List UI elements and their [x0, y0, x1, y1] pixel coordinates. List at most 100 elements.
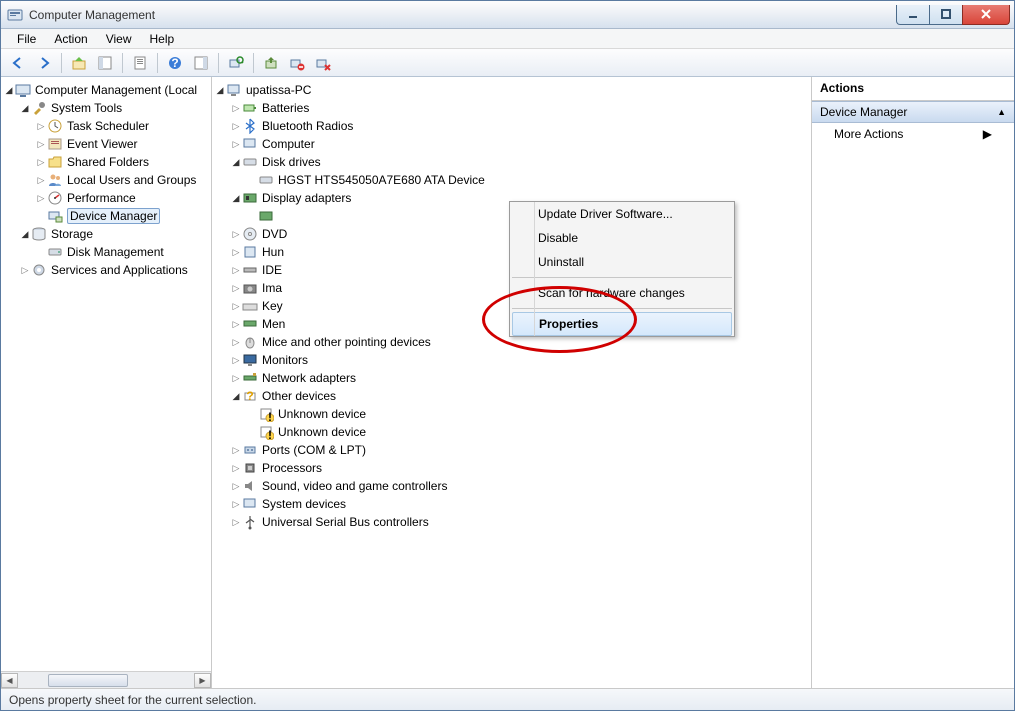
monitor-icon: [242, 352, 258, 368]
expand-icon[interactable]: ▷: [230, 121, 242, 132]
actions-title: Actions: [812, 77, 1014, 101]
minimize-button[interactable]: [896, 5, 930, 25]
expand-icon[interactable]: ▷: [230, 103, 242, 114]
expand-icon[interactable]: ◢: [3, 85, 15, 96]
expand-icon[interactable]: ▷: [230, 373, 242, 384]
menu-view[interactable]: View: [98, 30, 140, 48]
uninstall-device-button[interactable]: [312, 52, 334, 74]
expand-icon[interactable]: ◢: [230, 193, 242, 204]
collapse-icon[interactable]: ▲: [997, 107, 1006, 117]
device-usb[interactable]: ▷Universal Serial Bus controllers: [230, 513, 811, 531]
ctx-properties[interactable]: Properties: [512, 312, 732, 336]
device-batteries[interactable]: ▷Batteries: [230, 99, 811, 117]
device-computer[interactable]: ▷ Computer: [230, 135, 811, 153]
tree-shared-folders[interactable]: ▷ Shared Folders: [35, 153, 211, 171]
menu-help[interactable]: Help: [142, 30, 183, 48]
expand-icon[interactable]: ▷: [230, 283, 242, 294]
expand-icon[interactable]: ▷: [230, 247, 242, 258]
tree-local-users[interactable]: ▷ Local Users and Groups: [35, 171, 211, 189]
close-button[interactable]: [962, 5, 1010, 25]
properties-button[interactable]: [129, 52, 151, 74]
ctx-uninstall[interactable]: Uninstall: [510, 250, 734, 274]
expand-icon[interactable]: ▷: [230, 463, 242, 474]
expand-icon[interactable]: ▷: [230, 229, 242, 240]
device-root[interactable]: ◢ upatissa-PC: [214, 81, 811, 99]
tree-performance[interactable]: ▷ Performance: [35, 189, 211, 207]
tree-label: Computer: [262, 137, 315, 151]
forward-button[interactable]: [33, 52, 55, 74]
tree-storage[interactable]: ◢ Storage: [19, 225, 211, 243]
expand-icon[interactable]: ▷: [230, 319, 242, 330]
expand-icon[interactable]: ▷: [230, 517, 242, 528]
device-processors[interactable]: ▷Processors: [230, 459, 811, 477]
menu-file[interactable]: File: [9, 30, 44, 48]
scroll-thumb[interactable]: [48, 674, 128, 687]
expand-icon[interactable]: ▷: [230, 337, 242, 348]
expand-icon[interactable]: ▷: [230, 445, 242, 456]
scroll-track[interactable]: [18, 673, 194, 688]
up-button[interactable]: [68, 52, 90, 74]
scan-hardware-button[interactable]: [225, 52, 247, 74]
expand-icon[interactable]: ▷: [230, 301, 242, 312]
tree-root[interactable]: ◢ Computer Management (Local: [3, 81, 211, 99]
expand-icon[interactable]: ▷: [230, 265, 242, 276]
show-hide-action-pane-button[interactable]: [190, 52, 212, 74]
expand-icon[interactable]: ▷: [230, 499, 242, 510]
disable-device-button[interactable]: [286, 52, 308, 74]
ctx-label: Properties: [539, 317, 598, 331]
expand-icon[interactable]: ▷: [230, 139, 242, 150]
device-disk-drives[interactable]: ◢Disk drives: [230, 153, 811, 171]
tools-icon: [31, 100, 47, 116]
tree-device-manager[interactable]: ▷ Device Manager: [35, 207, 211, 225]
device-monitors[interactable]: ▷Monitors: [230, 351, 811, 369]
expand-icon[interactable]: ▷: [35, 139, 47, 150]
scroll-right-button[interactable]: ▶: [194, 673, 211, 688]
tree-system-tools[interactable]: ◢ System Tools: [19, 99, 211, 117]
unknown-device-icon: !: [258, 424, 274, 440]
device-system[interactable]: ▷ System devices: [230, 495, 811, 513]
console-tree[interactable]: ◢ Computer Management (Local ◢ System To…: [1, 81, 211, 671]
help-button[interactable]: ?: [164, 52, 186, 74]
device-unknown[interactable]: ▷!Unknown device: [246, 423, 811, 441]
expand-icon[interactable]: ◢: [19, 229, 31, 240]
maximize-button[interactable]: [929, 5, 963, 25]
device-sound[interactable]: ▷Sound, video and game controllers: [230, 477, 811, 495]
expand-icon[interactable]: ▷: [35, 193, 47, 204]
actions-section-header[interactable]: Device Manager ▲: [812, 101, 1014, 123]
expand-icon[interactable]: ▷: [35, 121, 47, 132]
left-scrollbar-horizontal[interactable]: ◀ ▶: [1, 671, 211, 688]
expand-icon[interactable]: ◢: [19, 103, 31, 114]
device-disk-model[interactable]: ▷HGST HTS545050A7E680 ATA Device: [246, 171, 811, 189]
expand-icon[interactable]: ▷: [19, 265, 31, 276]
tree-event-viewer[interactable]: ▷ Event Viewer: [35, 135, 211, 153]
device-network[interactable]: ▷Network adapters: [230, 369, 811, 387]
tree-services-apps[interactable]: ▷ Services and Applications: [19, 261, 211, 279]
expand-icon[interactable]: ▷: [35, 157, 47, 168]
actions-more-actions[interactable]: More Actions ▶: [812, 123, 1014, 145]
expand-icon[interactable]: ◢: [230, 391, 242, 402]
expand-icon[interactable]: ▷: [230, 355, 242, 366]
expand-icon[interactable]: ▷: [35, 175, 47, 186]
ctx-update-driver[interactable]: Update Driver Software...: [510, 202, 734, 226]
tree-label: Unknown device: [278, 407, 366, 421]
expand-icon[interactable]: ◢: [230, 157, 242, 168]
update-driver-button[interactable]: [260, 52, 282, 74]
device-bluetooth[interactable]: ▷Bluetooth Radios: [230, 117, 811, 135]
expand-icon[interactable]: ◢: [214, 85, 226, 96]
back-button[interactable]: [7, 52, 29, 74]
tree-label: upatissa-PC: [246, 83, 311, 97]
ctx-scan[interactable]: Scan for hardware changes: [510, 281, 734, 305]
body: ◢ Computer Management (Local ◢ System To…: [1, 77, 1014, 688]
ctx-disable[interactable]: Disable: [510, 226, 734, 250]
device-ports[interactable]: ▷Ports (COM & LPT): [230, 441, 811, 459]
expand-icon[interactable]: ▷: [230, 481, 242, 492]
tree-disk-management[interactable]: ▷ Disk Management: [35, 243, 211, 261]
scroll-left-button[interactable]: ◀: [1, 673, 18, 688]
tree-label: Event Viewer: [67, 137, 137, 151]
tree-task-scheduler[interactable]: ▷ Task Scheduler: [35, 117, 211, 135]
menu-action[interactable]: Action: [46, 30, 95, 48]
device-unknown[interactable]: ▷!Unknown device: [246, 405, 811, 423]
show-hide-tree-button[interactable]: [94, 52, 116, 74]
device-other[interactable]: ◢?Other devices: [230, 387, 811, 405]
tree-label: System devices: [262, 497, 346, 511]
